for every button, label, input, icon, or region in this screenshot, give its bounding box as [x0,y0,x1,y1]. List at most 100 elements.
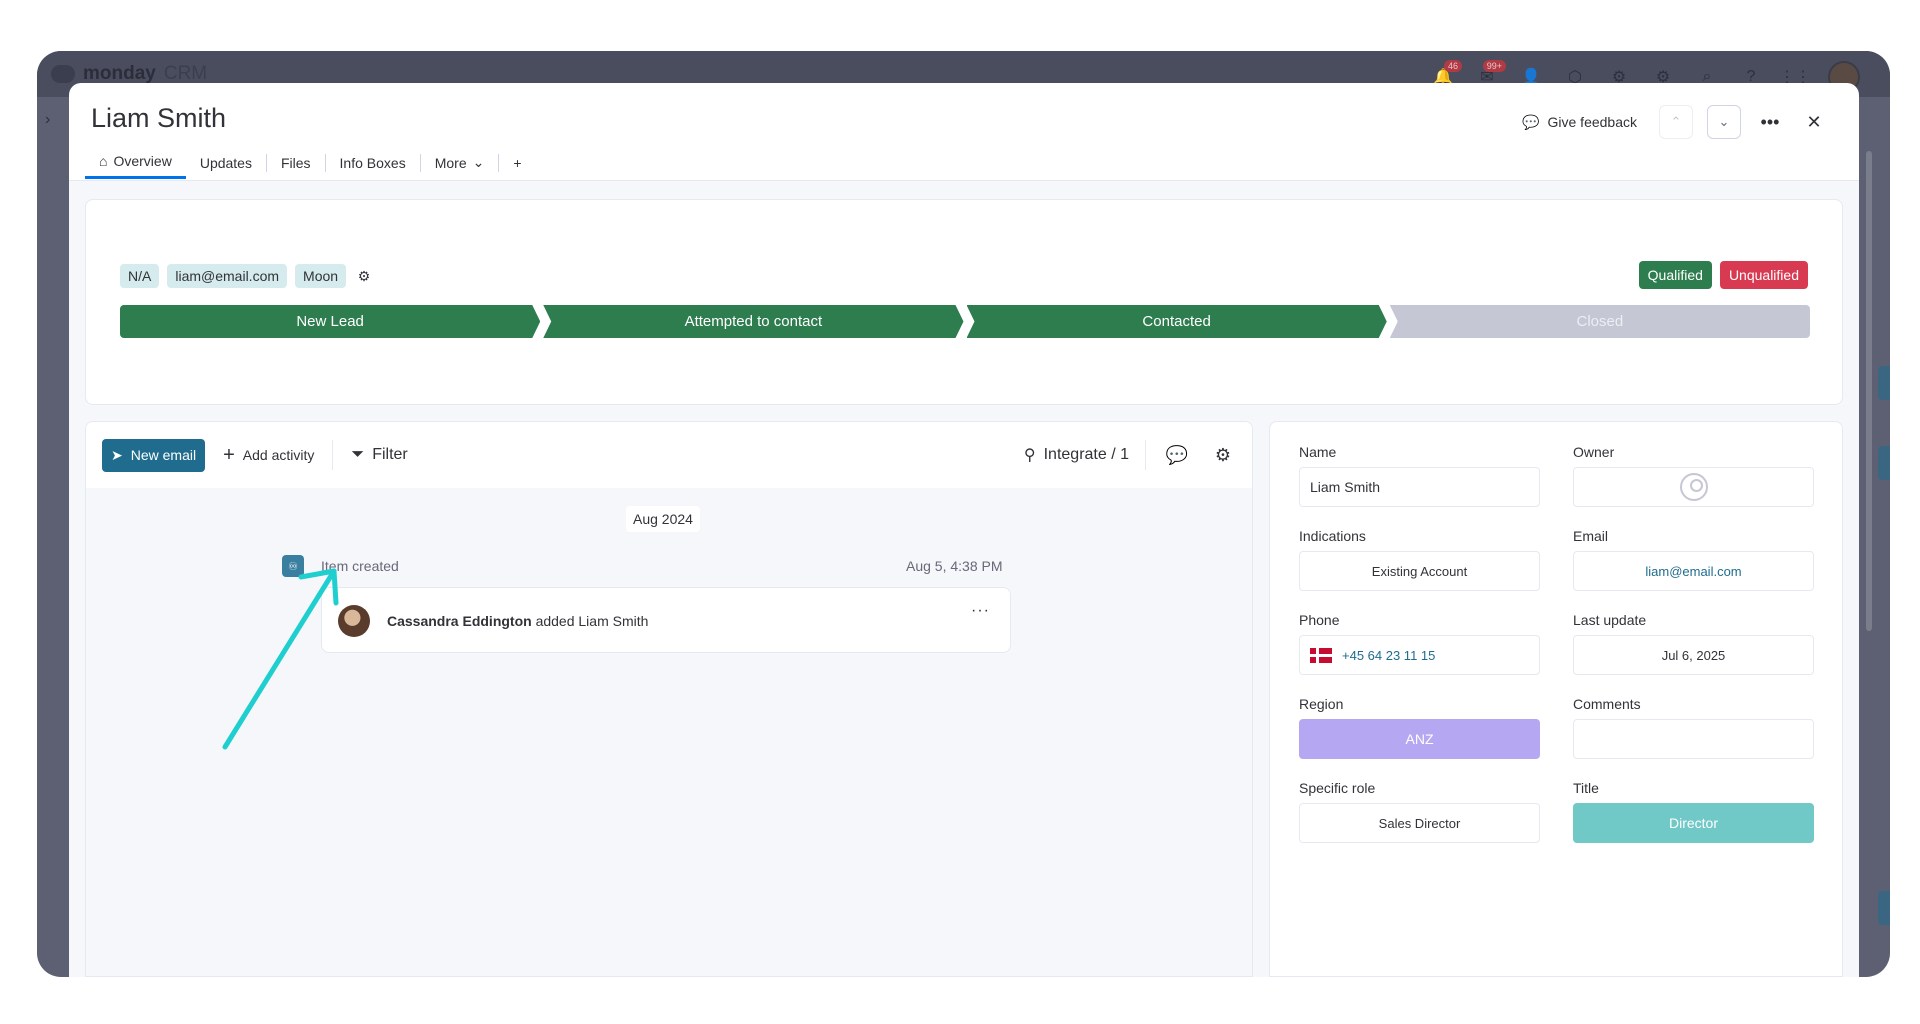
send-icon: ➤ [111,446,123,463]
event-card: Cassandra Eddington added Liam Smith ··· [321,587,1011,653]
modal-actions: 💬 Give feedback ⌃ ⌄ ••• ✕ [1514,105,1829,139]
integrate-icon: ⚲ [1023,447,1036,464]
phone-field[interactable]: +45 64 23 11 15 [1299,635,1540,675]
plus-icon: + [223,443,235,466]
event-time: Aug 5, 4:38 PM [906,558,1003,574]
tab-label: Updates [199,154,252,171]
last-update-field[interactable]: Jul 6, 2025 [1573,635,1814,675]
stage-closed[interactable]: Closed [1389,305,1810,338]
brand-logo[interactable]: monday CRM [51,63,207,85]
field-phone: Phone +45 64 23 11 15 [1299,612,1540,675]
brand-suffix: CRM [163,63,208,84]
pipeline-card: N/A liam@email.com Moon ⚙ Qualified Unqu… [85,199,1843,405]
field-comments: Comments [1573,696,1814,759]
item-created-icon: ♾ [282,555,304,577]
email-field[interactable]: liam@email.com [1573,551,1814,591]
add-activity-button[interactable]: + Add activity [205,444,332,467]
phone-value[interactable]: +45 64 23 11 15 [1342,648,1435,663]
field-label: Title [1573,780,1599,796]
tab-label: Files [280,154,311,171]
background-item [1878,366,1890,400]
close-icon[interactable]: ✕ [1799,107,1829,137]
owner-field[interactable] [1573,467,1814,507]
toolbar-separator [1145,440,1146,470]
field-label: Last update [1573,612,1647,628]
region-field[interactable]: ANZ [1299,719,1540,759]
field-title: Title Director [1573,780,1814,843]
stage-contacted[interactable]: Contacted [967,305,1387,338]
field-label: Email [1573,528,1609,544]
item-chips: N/A liam@email.com Moon ⚙ [120,264,374,288]
add-view-button[interactable]: + [499,149,535,177]
give-feedback-label: Give feedback [1547,114,1638,130]
person-icon [1679,473,1708,501]
event-text: Cassandra Eddington added Liam Smith [387,613,648,629]
next-item-button[interactable]: ⌄ [1707,105,1741,139]
title-field[interactable]: Director [1573,803,1814,843]
background-board-strip [1860,151,1890,971]
chip-status[interactable]: N/A [120,264,160,288]
comments-field[interactable] [1573,719,1814,759]
tab-files[interactable]: Files [267,149,325,177]
field-label: Specific role [1299,780,1376,796]
previous-item-button[interactable]: ⌃ [1659,105,1693,139]
field-label: Region [1299,696,1344,712]
field-label: Comments [1573,696,1641,712]
tab-updates[interactable]: Updates [186,149,266,177]
tab-overview[interactable]: ⌂ Overview [85,147,186,179]
chevron-down-icon: ⌄ [472,154,485,170]
integrate-button[interactable]: ⚲ Integrate / 1 [1024,445,1129,465]
event-actor[interactable]: Cassandra Eddington [387,613,532,629]
chevron-up-icon: ⌃ [1670,114,1682,129]
filter-label: Filter [372,446,408,463]
more-options-icon[interactable]: ••• [1755,107,1785,137]
background-item [1878,446,1890,480]
field-name: Name Liam Smith [1299,444,1540,507]
stage-new-lead[interactable]: New Lead [120,305,540,338]
gear-icon[interactable]: ⚙ [354,266,374,286]
notifications-badge: 46 [1443,60,1462,72]
event-more-button[interactable]: ··· [971,602,990,620]
tab-label: Info Boxes [339,154,406,171]
denmark-flag-icon [1310,647,1332,663]
field-owner: Owner [1573,444,1814,507]
details-panel: Name Liam Smith Owner Indications Existi… [1269,421,1843,977]
date-group-label: Aug 2024 [626,506,700,532]
activity-panel: ➤ New email + Add activity ⏷ Filter ⚲ In… [85,421,1253,977]
tab-more[interactable]: More ⌄ [421,148,499,177]
unqualified-button[interactable]: Unqualified [1719,261,1808,289]
tab-label: Overview [113,152,172,169]
name-field[interactable]: Liam Smith [1299,467,1540,507]
field-indications: Indications Existing Account [1299,528,1540,591]
new-email-label: New email [130,447,197,463]
item-tabs: ⌂ Overview Updates Files Info Boxes More… [85,147,536,179]
expand-sidebar-icon[interactable]: › [45,111,50,129]
chip-email[interactable]: liam@email.com [167,264,288,288]
field-region: Region ANZ [1299,696,1540,759]
inbox-badge: 99+ [1482,60,1506,72]
pipeline-stages: New Lead Attempted to contact Contacted … [120,305,1810,338]
field-email: Email liam@email.com [1573,528,1814,591]
field-label: Owner [1573,444,1615,460]
stage-attempted-to-contact[interactable]: Attempted to contact [543,305,963,338]
home-icon: ⌂ [99,152,108,169]
qualified-button[interactable]: Qualified [1638,261,1712,289]
filter-button[interactable]: ⏷ Filter [333,446,425,464]
settings-icon[interactable]: ⚙ [1208,440,1238,470]
field-last-update: Last update Jul 6, 2025 [1573,612,1814,675]
avatar[interactable] [338,605,370,637]
give-feedback-button[interactable]: 💬 Give feedback [1514,108,1645,137]
chip-company[interactable]: Moon [295,264,347,288]
activity-toolbar: ➤ New email + Add activity ⏷ Filter ⚲ In… [86,422,1252,488]
field-label: Indications [1299,528,1366,544]
feedback-icon: 💬 [1522,113,1540,130]
item-title[interactable]: Liam Smith [91,103,226,134]
tab-info-boxes[interactable]: Info Boxes [326,149,420,177]
field-label: Phone [1299,612,1340,628]
specific-role-field[interactable]: Sales Director [1299,803,1540,843]
add-activity-label: Add activity [242,447,315,463]
chat-icon[interactable]: 💬 [1162,440,1192,470]
add-view-label: + [513,154,522,171]
new-email-button[interactable]: ➤ New email [102,438,206,472]
indications-field[interactable]: Existing Account [1299,551,1540,591]
